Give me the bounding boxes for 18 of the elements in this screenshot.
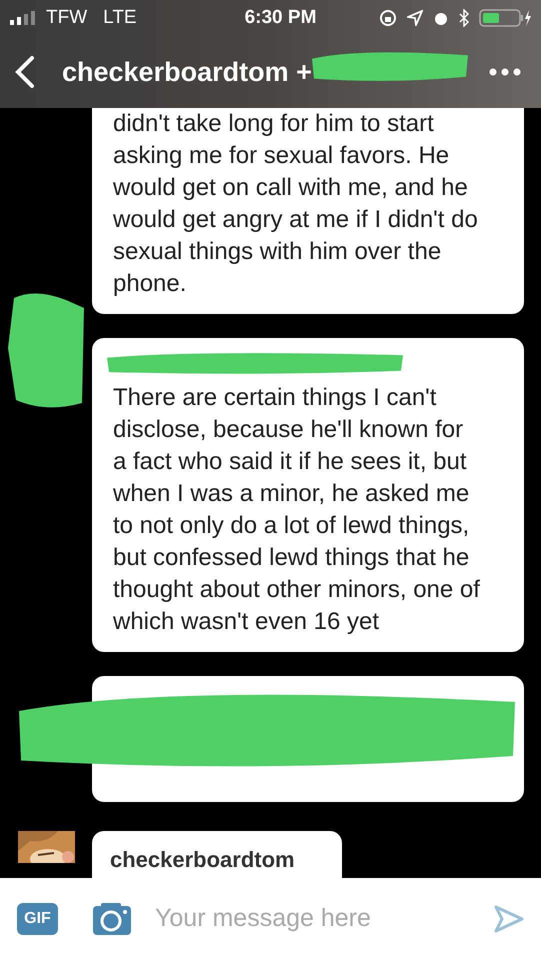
conversation-title: checkerboardtom + [62, 56, 312, 89]
carrier-label: TFW [46, 6, 88, 30]
more-button[interactable] [489, 68, 521, 76]
camera-icon [93, 903, 131, 935]
sender-name: checkerboardtom [110, 847, 295, 872]
location-icon [407, 10, 423, 26]
rotation-lock-icon [379, 9, 397, 27]
camera-button[interactable] [93, 903, 131, 935]
gif-button[interactable]: GIF [17, 903, 58, 935]
message-text: didn't take long for him to start asking me for sexual favors. He would get on call with me, and he would get angry at me if I didn't do sexual things with him over the phone. [113, 109, 479, 299]
message-text: There are certain things I can't disclose, because he'll known for a fact who said it if he sees it, but when I was a minor, he asked me to not only do a lot of lewd things, but confessed lewd things that he thought about other minors, one of which wasn't even 16 yet [113, 383, 480, 637]
back-icon [14, 55, 36, 89]
bluetooth-icon [459, 9, 469, 27]
status-time: 6:30 PM [244, 6, 316, 30]
network-label: LTE [103, 6, 137, 30]
alarm-icon [433, 10, 449, 26]
more-icon [489, 68, 521, 76]
battery-icon [479, 9, 531, 27]
